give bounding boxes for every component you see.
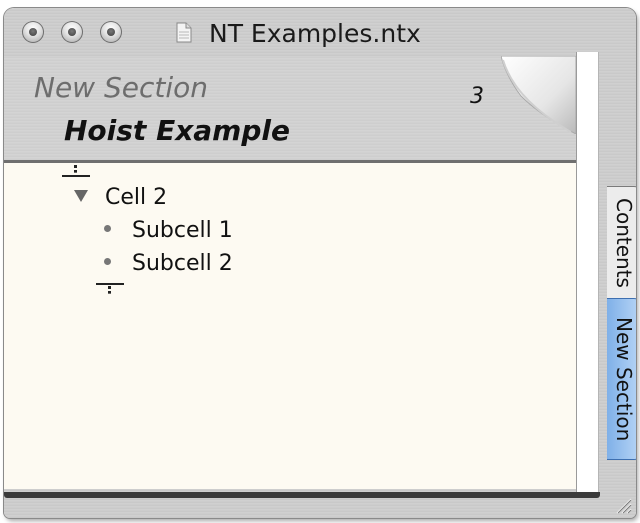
page-curl-icon[interactable] [501,56,576,134]
outline-row-cell-2[interactable]: Cell 2 [74,185,167,210]
outline-row-subcell-1[interactable]: Subcell 1 [104,218,233,243]
outline-item-label: Subcell 2 [132,251,233,276]
outline-item-label: Subcell 1 [132,218,233,243]
vertical-scrollbar[interactable] [576,52,599,492]
close-button[interactable] [22,21,44,43]
bullet-icon [104,225,111,232]
minimize-button[interactable] [61,21,83,43]
hoist-start-marker-icon[interactable] [62,165,90,177]
document-icon [176,22,192,43]
outline-row-subcell-2[interactable]: Subcell 2 [104,251,233,276]
tab-new-section[interactable]: New Section [607,298,636,460]
zoom-button[interactable] [100,21,122,43]
tab-contents[interactable]: Contents [607,186,636,300]
hoist-end-marker-icon[interactable] [96,283,124,295]
page-number: 3 [470,84,484,109]
tab-label: New Section [612,316,636,442]
window-title: NT Examples.ntx [209,19,421,48]
title-bar[interactable]: NT Examples.ntx [4,8,636,54]
bullet-icon [104,258,111,265]
page-header: New Section Hoist Example 3 [4,56,576,163]
notebook-window: NT Examples.ntx New Section Hoist Exampl… [4,8,636,518]
outline-item-label: Cell 2 [105,185,168,210]
resize-grip-icon[interactable] [614,496,632,514]
tab-label: Contents [612,198,636,288]
disclosure-triangle-icon[interactable] [74,190,88,202]
outline-content[interactable]: Cell 2 Subcell 1 Subcell 2 [4,163,576,489]
window-bottom-edge [4,492,600,498]
section-title: New Section [34,71,209,104]
page-title: Hoist Example [64,114,290,147]
